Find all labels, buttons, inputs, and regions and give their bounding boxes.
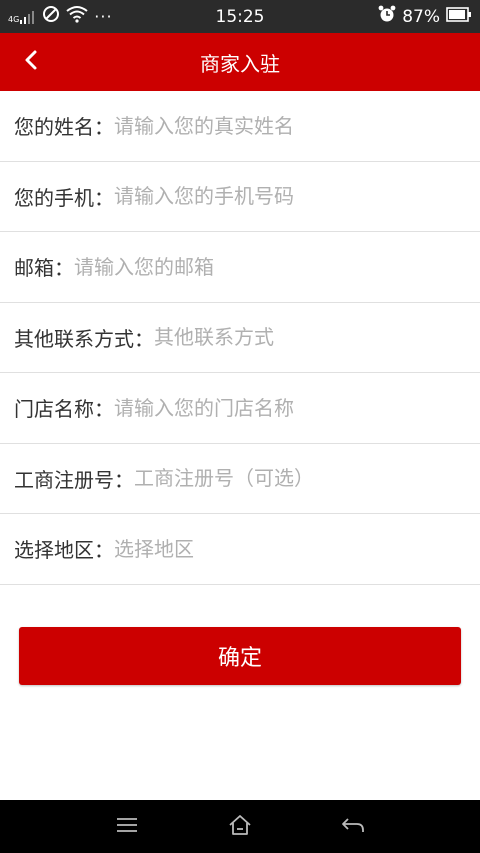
email-input[interactable] bbox=[74, 254, 480, 279]
other-contact-input[interactable] bbox=[154, 325, 480, 350]
confirm-button[interactable]: 确定 bbox=[19, 627, 461, 685]
form-row-region: 选择地区： bbox=[0, 514, 480, 585]
other-contact-label: 其他联系方式： bbox=[14, 326, 154, 351]
email-label: 邮箱： bbox=[14, 256, 74, 281]
merchant-form: 您的姓名： 您的手机： 邮箱： 其他联系方式： 门店名称： 工商注册号： 选择地… bbox=[0, 91, 480, 585]
form-row-registration: 工商注册号： bbox=[0, 444, 480, 514]
name-input[interactable] bbox=[114, 113, 480, 138]
name-label: 您的姓名： bbox=[14, 115, 114, 140]
status-bar-right: 87% bbox=[378, 5, 472, 28]
system-nav-bar bbox=[0, 800, 480, 853]
form-row-phone: 您的手机： bbox=[0, 162, 480, 232]
status-bar-left: 4G ··· bbox=[8, 5, 113, 28]
store-name-input[interactable] bbox=[114, 395, 480, 420]
form-row-name: 您的姓名： bbox=[0, 91, 480, 162]
registration-label: 工商注册号： bbox=[14, 467, 134, 492]
battery-percent: 87% bbox=[402, 6, 440, 27]
alarm-icon bbox=[378, 5, 396, 28]
title-bar: 商家入驻 bbox=[0, 33, 480, 91]
menu-button[interactable] bbox=[107, 807, 147, 847]
chevron-left-icon bbox=[23, 49, 39, 75]
return-icon bbox=[341, 816, 365, 838]
phone-label: 您的手机： bbox=[14, 185, 114, 210]
page-title: 商家入驻 bbox=[200, 51, 280, 76]
menu-icon bbox=[116, 817, 138, 837]
form-row-email: 邮箱： bbox=[0, 232, 480, 303]
registration-input[interactable] bbox=[134, 466, 480, 491]
return-button[interactable] bbox=[333, 807, 373, 847]
home-button[interactable] bbox=[220, 807, 260, 847]
back-button[interactable] bbox=[14, 45, 48, 79]
region-select[interactable] bbox=[114, 536, 480, 561]
status-bar: 4G ··· 15:25 87% bbox=[0, 0, 480, 33]
home-icon bbox=[228, 814, 252, 840]
battery-icon bbox=[446, 6, 472, 27]
store-name-label: 门店名称： bbox=[14, 397, 114, 422]
signal-icon: 4G bbox=[8, 10, 36, 24]
form-row-store-name: 门店名称： bbox=[0, 373, 480, 444]
wifi-icon bbox=[66, 5, 88, 28]
form-row-other-contact: 其他联系方式： bbox=[0, 303, 480, 373]
network-type: 4G bbox=[8, 14, 20, 24]
do-not-disturb-icon bbox=[42, 5, 60, 28]
phone-input[interactable] bbox=[114, 184, 480, 209]
more-notifications-icon: ··· bbox=[94, 7, 113, 26]
region-label: 选择地区： bbox=[14, 538, 114, 563]
